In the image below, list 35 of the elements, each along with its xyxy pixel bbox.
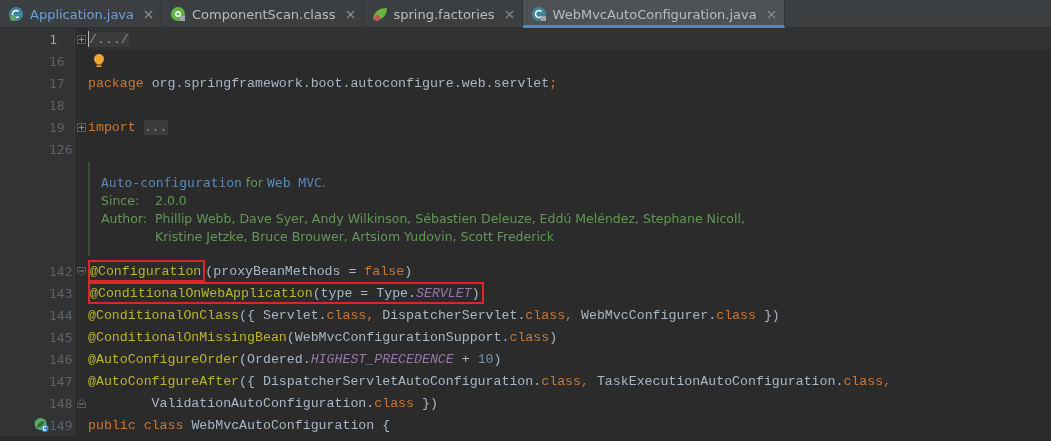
author-names: Kristine Jetzke, Bruce Brouwer, Artsiom Yudovin, Scott Frederick [155,228,555,244]
fold-expand-icon[interactable] [77,34,86,44]
code-text: @AutoConfigureOrder(Ordered.HIGHEST_PRECEDENCE + 10) [88,351,502,367]
code-text: (proxyBeanMethods = false) [205,263,413,279]
fold-icon[interactable] [77,266,86,276]
fold-expand-icon[interactable] [77,122,86,132]
class-icon [530,6,547,22]
editor-tab[interactable]: WebMvcAutoConfiguration.java [522,0,785,28]
close-icon[interactable] [766,9,776,19]
since-label: Since: [101,192,141,208]
code-text: import ... [88,119,168,135]
doc-summary: Auto-configuration for Web MVC. [101,174,327,190]
code-text: package org.springframework.boot.autoconfigure.web.servlet; [88,75,558,91]
highlight-box: @Configuration [88,260,206,282]
code-text: public class WebMvcAutoConfiguration { [88,417,391,433]
code-text: @ConditionalOnMissingBean(WebMvcConfigurationSupport.class) [88,329,558,345]
bean-icon[interactable] [34,417,49,433]
since-value: 2.0.0 [155,192,187,208]
leaf-icon [371,6,388,22]
annotation-icon [170,6,186,22]
code-text: @ConditionalOnClass({ Servlet.class, DispatcherServlet.class, WebMvcConfigurer.class }) [88,307,780,323]
lightbulb-icon[interactable] [92,53,106,69]
author-names: Phillip Webb, Dave Syer, Andy Wilkinson, Sébastien Deleuze, Eddú Meléndez, Stephane Nicoll, [155,210,745,226]
author-label: Author: [101,210,147,228]
code-text: /.../ [89,31,129,47]
class-icon [8,6,24,22]
code-text: @AutoConfigureAfter({ DispatcherServletAutoConfiguration.class, TaskExecutionAutoConfiguration.class, [88,373,892,389]
highlight-box: @ConditionalOnWebApplication(type = Type.SERVLET) [88,282,484,304]
text-cursor [88,31,89,47]
fold-icon[interactable] [77,398,86,408]
close-icon[interactable] [144,9,153,19]
close-icon[interactable] [345,9,355,19]
close-icon[interactable] [504,9,514,19]
line-number: 1 [49,31,58,47]
code-text: ValidationAutoConfiguration.class }) [150,395,438,411]
